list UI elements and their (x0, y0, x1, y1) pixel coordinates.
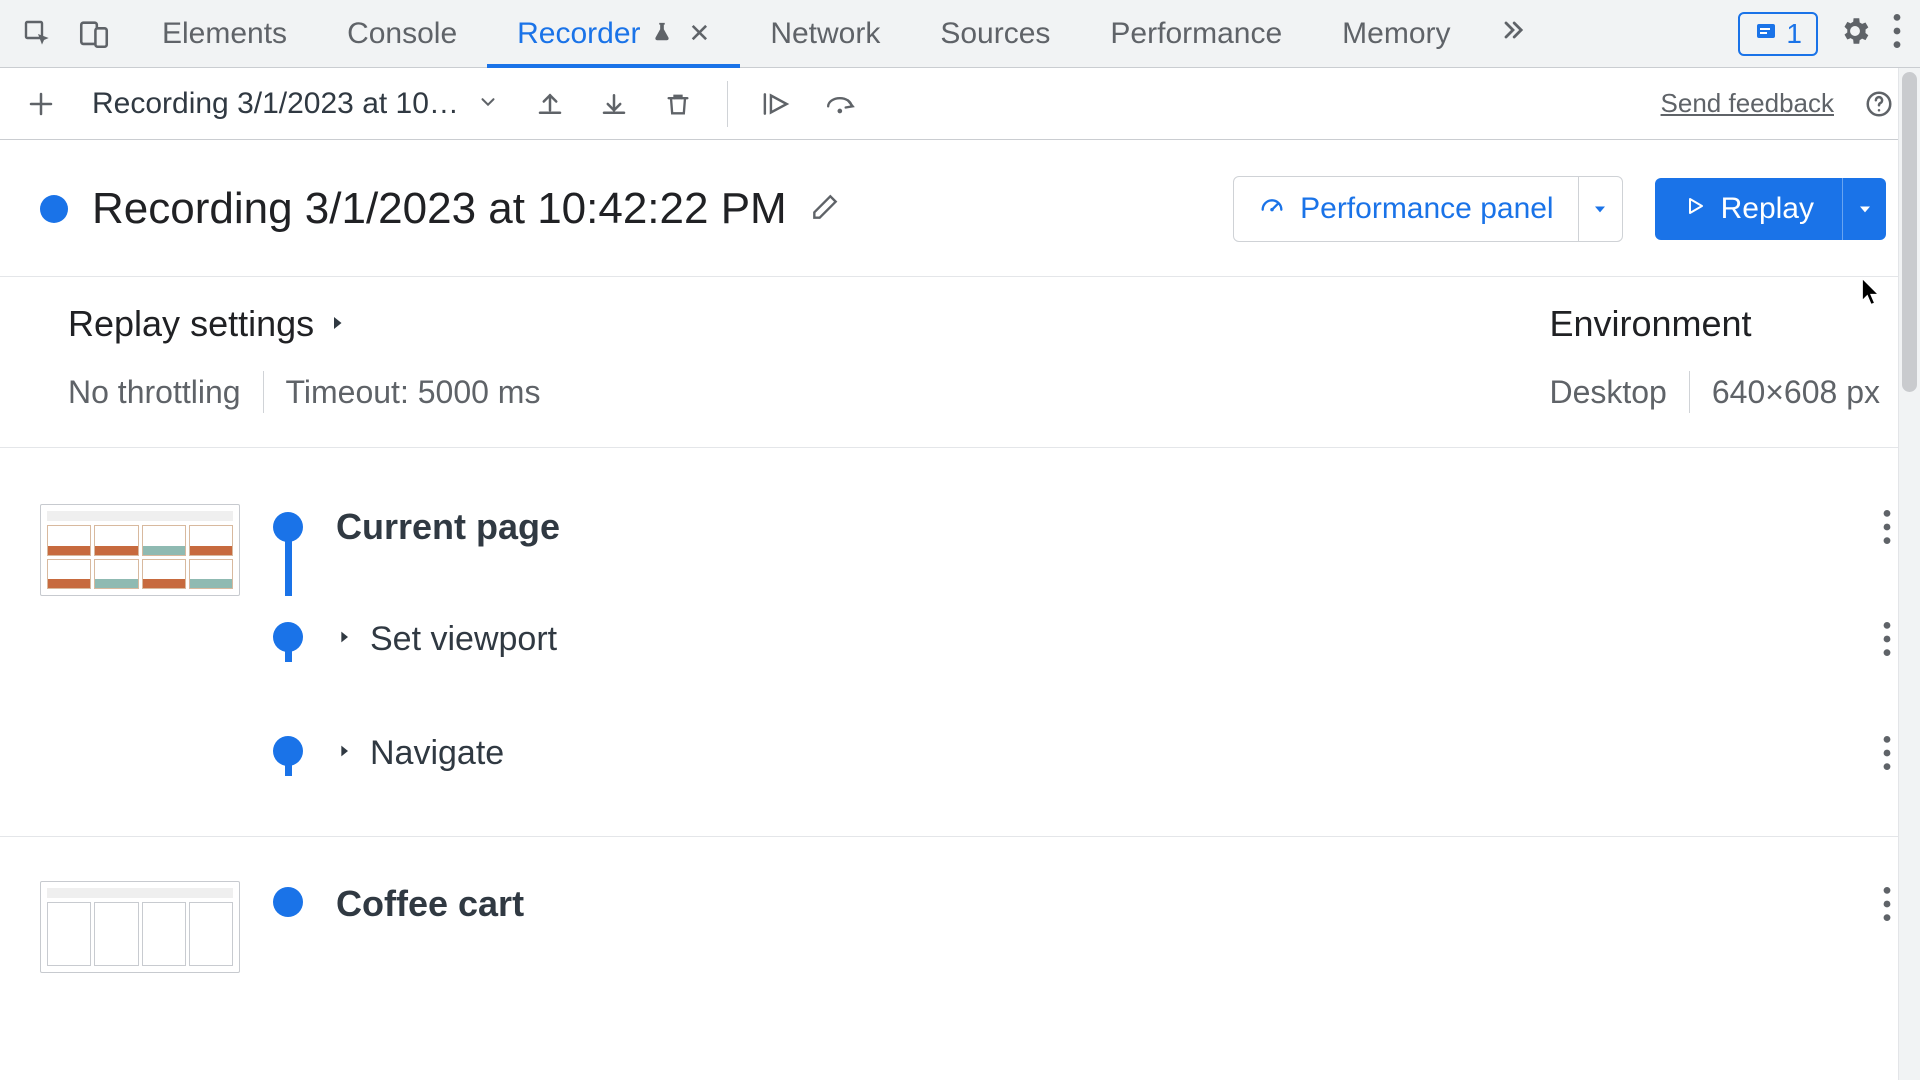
timeout-value: Timeout: 5000 ms (286, 374, 541, 411)
step-set-viewport[interactable]: Set viewport (0, 606, 1920, 686)
step-more-button[interactable] (1882, 510, 1892, 544)
chevron-right-icon (328, 303, 346, 345)
step-title: Current page (336, 506, 560, 548)
chevron-right-icon (336, 740, 352, 767)
close-icon[interactable]: ✕ (689, 18, 711, 49)
replay-settings-toggle[interactable]: Replay settings (68, 303, 540, 345)
environment-viewport: 640×608 px (1712, 374, 1880, 411)
tab-label: Recorder (517, 17, 640, 51)
chevron-double-right-icon (1499, 16, 1527, 52)
recording-header: Recording 3/1/2023 at 10:42:22 PM Perfor… (0, 140, 1920, 277)
issues-badge[interactable]: 1 (1738, 12, 1818, 56)
performance-panel-dropdown[interactable] (1578, 177, 1622, 241)
divider (1689, 371, 1690, 413)
gauge-icon (1258, 191, 1286, 227)
replay-label: Replay (1721, 192, 1814, 226)
tab-recorder[interactable]: Recorder ✕ (487, 0, 740, 67)
replay-button-group: Replay (1655, 178, 1886, 240)
continue-replay-button[interactable] (758, 85, 796, 123)
inspect-element-icon[interactable] (16, 12, 60, 56)
step-title: Coffee cart (336, 883, 524, 925)
help-icon[interactable] (1860, 85, 1898, 123)
environment-device: Desktop (1549, 374, 1666, 411)
device-toolbar-icon[interactable] (72, 12, 116, 56)
issues-icon (1754, 18, 1778, 50)
recorder-toolbar: Recording 3/1/2023 at 10… Send feedback (0, 68, 1920, 140)
step-navigate[interactable]: Navigate (0, 686, 1920, 837)
more-tabs-button[interactable] (1481, 0, 1545, 67)
edit-title-button[interactable] (809, 191, 841, 228)
tab-performance[interactable]: Performance (1080, 0, 1312, 67)
performance-panel-button-group: Performance panel (1233, 176, 1622, 242)
kebab-menu-icon[interactable] (1892, 14, 1902, 53)
export-recording-button[interactable] (595, 85, 633, 123)
tab-label: Memory (1342, 17, 1450, 51)
performance-panel-label: Performance panel (1300, 192, 1553, 226)
steps-list: Current page Set viewport (0, 448, 1920, 997)
recording-status-dot (40, 195, 68, 223)
step-title: Set viewport (370, 620, 557, 659)
settings-icon[interactable] (1838, 14, 1872, 53)
issues-count: 1 (1786, 18, 1802, 50)
step-title: Navigate (370, 734, 504, 773)
recording-title: Recording 3/1/2023 at 10:42:22 PM (92, 184, 787, 234)
tab-label: Sources (940, 17, 1050, 51)
tab-label: Elements (162, 17, 287, 51)
performance-panel-button[interactable]: Performance panel (1234, 177, 1577, 241)
throttling-value: No throttling (68, 374, 241, 411)
tab-label: Network (770, 17, 880, 51)
send-feedback-link[interactable]: Send feedback (1661, 88, 1834, 119)
scrollbar[interactable] (1898, 68, 1920, 1080)
tab-elements[interactable]: Elements (132, 0, 317, 67)
step-thumbnail (40, 881, 240, 973)
replay-dropdown[interactable] (1842, 178, 1886, 240)
tab-label: Console (347, 17, 457, 51)
divider (263, 371, 264, 413)
step-more-button[interactable] (1882, 622, 1892, 656)
toolbar-divider (727, 81, 728, 127)
step-over-button[interactable] (822, 85, 860, 123)
settings-row: Replay settings No throttling Timeout: 5… (0, 277, 1920, 448)
replay-settings-heading: Replay settings (68, 303, 314, 345)
scrollbar-thumb[interactable] (1902, 72, 1917, 392)
import-recording-button[interactable] (531, 85, 569, 123)
new-recording-button[interactable] (22, 85, 60, 123)
experiment-icon (651, 17, 673, 51)
environment-heading: Environment (1549, 303, 1880, 345)
chevron-down-icon (477, 87, 499, 121)
play-icon (1683, 192, 1707, 226)
tab-console[interactable]: Console (317, 0, 487, 67)
step-current-page: Current page (0, 448, 1920, 606)
recording-selector[interactable]: Recording 3/1/2023 at 10… (92, 87, 499, 121)
devtools-tabbar: Elements Console Recorder ✕ Network Sour… (0, 0, 1920, 68)
tab-label: Performance (1110, 17, 1282, 51)
step-thumbnail (40, 504, 240, 596)
recording-selector-text: Recording 3/1/2023 at 10… (92, 87, 459, 121)
chevron-right-icon (336, 626, 352, 653)
tab-network[interactable]: Network (740, 0, 910, 67)
step-more-button[interactable] (1882, 887, 1892, 921)
replay-button[interactable]: Replay (1655, 178, 1842, 240)
step-more-button[interactable] (1882, 736, 1892, 770)
tab-sources[interactable]: Sources (910, 0, 1080, 67)
step-coffee-cart: Coffee cart (0, 837, 1920, 997)
delete-recording-button[interactable] (659, 85, 697, 123)
tab-memory[interactable]: Memory (1312, 0, 1480, 67)
